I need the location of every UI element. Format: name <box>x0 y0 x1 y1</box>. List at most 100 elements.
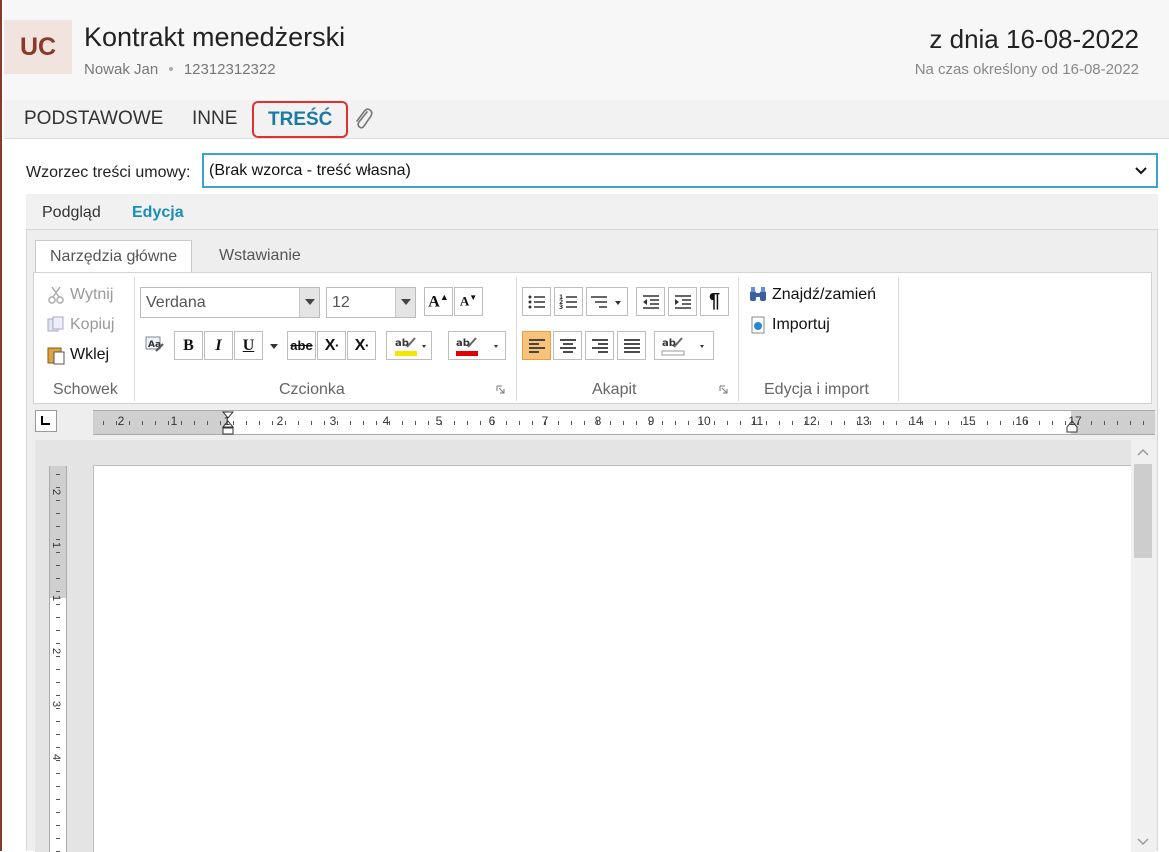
strikethrough-button[interactable]: abe <box>287 331 316 360</box>
chevron-down-icon[interactable] <box>1137 836 1149 848</box>
dialog-launcher-icon[interactable] <box>719 385 728 394</box>
paste-label: Wklej <box>70 346 110 363</box>
tab-tresc[interactable]: TREŚĆ <box>252 101 349 138</box>
bullet-list-button[interactable] <box>522 287 551 316</box>
tab-podstawowe[interactable]: PODSTAWOWE <box>24 108 163 130</box>
ruler-tick <box>56 734 60 735</box>
contract-period: Na czas określony od 16-08-2022 <box>914 61 1139 78</box>
chevron-up-icon[interactable] <box>1137 446 1149 458</box>
align-right-button[interactable] <box>585 331 614 360</box>
ruler-label: 1 <box>170 414 178 428</box>
ruler-tick <box>56 721 60 722</box>
italic-button[interactable]: I <box>204 331 233 360</box>
svg-text:ab: ab <box>395 338 409 349</box>
numbered-list-icon: 123 <box>559 294 577 311</box>
tab-stop-selector[interactable] <box>35 410 57 432</box>
ruler-tick <box>649 421 650 425</box>
ruler-tick <box>415 421 416 425</box>
ruler-tick <box>714 421 715 425</box>
align-center-button[interactable] <box>553 331 582 360</box>
align-left-button[interactable] <box>522 331 551 360</box>
template-value: (Brak wzorca - treść własna) <box>209 162 411 179</box>
paste-button[interactable]: Wklej <box>46 345 109 365</box>
show-formatting-button[interactable]: ¶ <box>700 287 729 316</box>
ruler-tick <box>363 421 364 425</box>
paragraph-shading-button[interactable]: ab <box>654 331 714 360</box>
underline-dropdown-icon[interactable] <box>270 344 278 350</box>
ruler-tick <box>129 421 130 425</box>
tab-inne[interactable]: INNE <box>192 108 237 130</box>
ruler-tick <box>142 421 143 425</box>
import-button[interactable]: Importuj <box>748 315 830 335</box>
justify-button[interactable] <box>617 331 646 360</box>
ruler-tick <box>56 669 60 670</box>
ruler-tick <box>870 421 871 425</box>
ruler-tick <box>558 421 559 425</box>
tab-podglad[interactable]: Podgląd <box>42 204 101 222</box>
template-select[interactable]: (Brak wzorca - treść własna) <box>202 153 1158 188</box>
align-left-icon <box>528 338 545 353</box>
increase-indent-button[interactable] <box>668 287 697 316</box>
ruler-tick <box>56 578 60 579</box>
ruler-label: 14 <box>909 414 923 428</box>
ribbon-tab-insert[interactable]: Wstawianie <box>205 240 315 273</box>
decrease-indent-button[interactable] <box>636 287 665 316</box>
ruler-tick <box>56 799 60 800</box>
tab-edycja[interactable]: Edycja <box>132 204 184 222</box>
ruler-tick <box>948 421 949 425</box>
vertical-scrollbar[interactable] <box>1131 440 1155 852</box>
ruler-tick <box>1026 421 1027 425</box>
ruler-tick <box>467 421 468 425</box>
ruler-tick <box>532 421 533 425</box>
numbered-list-button[interactable]: 123 <box>554 287 583 316</box>
ruler-tick <box>56 695 60 696</box>
ruler-tick <box>350 421 351 425</box>
ruler-label: 2 <box>50 488 63 496</box>
font-size-select[interactable]: 12 <box>326 287 416 318</box>
ruler-tick <box>272 421 273 425</box>
find-replace-button[interactable]: Znajdź/zamień <box>748 285 876 305</box>
group-divider <box>134 277 135 401</box>
ribbon: Wytnij Kopiuj Wklej Schowek Verdana 12 A… <box>33 272 1152 404</box>
group-label-font: Czcionka <box>279 381 345 398</box>
app-frame: UC Kontrakt menedżerski Nowak Jan • 1231… <box>0 0 1169 852</box>
find-replace-label: Znajdź/zamień <box>772 286 877 303</box>
grow-font-button[interactable]: A▲ <box>424 287 453 316</box>
subscript-button[interactable]: X ▪ <box>317 331 346 360</box>
bold-button[interactable]: B <box>174 331 203 360</box>
copy-button[interactable]: Kopiuj <box>46 315 114 335</box>
ruler-tick <box>1039 421 1040 425</box>
document-header: UC Kontrakt menedżerski Nowak Jan • 1231… <box>4 0 1169 100</box>
horizontal-ruler[interactable]: 211234567891011121314151617 <box>93 410 1155 435</box>
ruler-tick <box>56 825 60 826</box>
bullet-list-icon <box>528 295 545 308</box>
shading-icon: ab <box>661 336 704 355</box>
superscript-button[interactable]: X ▪ <box>347 331 376 360</box>
multilevel-list-button[interactable] <box>586 287 628 316</box>
shrink-font-button[interactable]: A▼ <box>454 287 483 316</box>
ruler-tick <box>56 539 60 540</box>
ruler-tick <box>56 747 60 748</box>
ruler-tick <box>987 421 988 425</box>
ruler-tick <box>56 682 60 683</box>
ruler-tick <box>909 421 910 425</box>
underline-button[interactable]: U <box>234 331 263 360</box>
cut-button[interactable]: Wytnij <box>46 285 113 305</box>
change-case-button[interactable]: Aa <box>140 331 169 360</box>
ruler-tick <box>337 421 338 425</box>
highlight-color-button[interactable]: ab <box>386 331 432 360</box>
ruler-tick <box>402 421 403 425</box>
scrollbar-thumb[interactable] <box>1134 464 1152 558</box>
dialog-launcher-icon[interactable] <box>496 385 505 394</box>
ruler-label: 17 <box>1068 414 1082 428</box>
paperclip-icon[interactable] <box>352 106 374 132</box>
font-color-button[interactable]: ab <box>448 331 506 360</box>
ruler-tick <box>753 421 754 425</box>
ribbon-tab-home[interactable]: Narzędzia główne <box>35 240 193 273</box>
font-family-select[interactable]: Verdana <box>140 287 320 318</box>
document-page[interactable] <box>93 465 1131 852</box>
vertical-ruler[interactable]: 211234 <box>49 466 67 852</box>
ruler-tick <box>818 421 819 425</box>
ruler-tick <box>56 838 60 839</box>
ruler-tick <box>56 773 60 774</box>
